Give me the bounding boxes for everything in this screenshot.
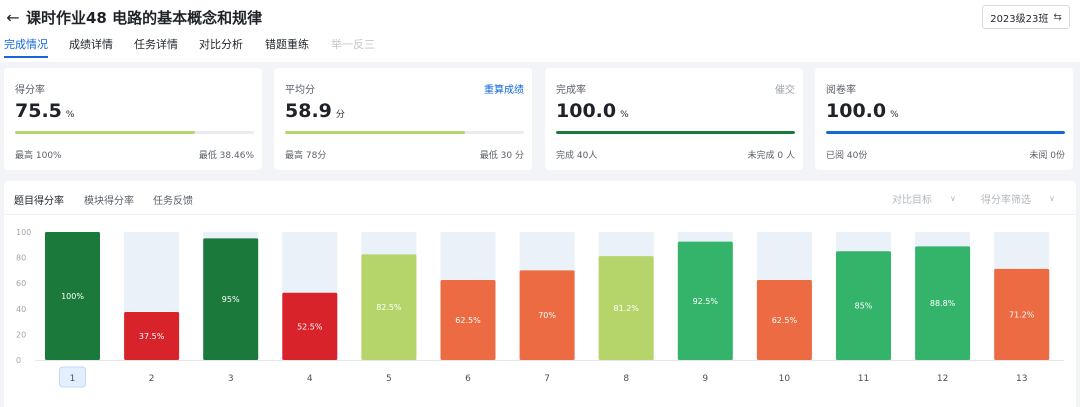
completion-rate-card: 完成率 催交 100.0% 完成 40人 未完成 0 人	[545, 68, 803, 170]
subtab-question-score-rate[interactable]: 题目得分率	[14, 192, 64, 207]
card-title: 得分率	[15, 85, 45, 96]
bar-data-label: 81.2%	[613, 304, 639, 313]
x-tick-label[interactable]: 9	[702, 374, 708, 384]
bar-data-label: 100%	[61, 292, 84, 301]
back-arrow-icon[interactable]: ←	[4, 8, 22, 27]
progress-fill	[826, 131, 1065, 134]
tab-task-details[interactable]: 任务详情	[134, 36, 178, 58]
compare-target-dropdown[interactable]: 对比目标 ∨	[892, 191, 956, 206]
x-tick-label[interactable]: 8	[623, 374, 629, 384]
y-tick-label: 60	[16, 279, 26, 288]
card-value: 100.0%	[826, 100, 899, 122]
bar-data-label: 82.5%	[376, 303, 402, 312]
bar-data-label: 71.2%	[1009, 310, 1035, 319]
bar-data-label: 95%	[222, 295, 240, 304]
x-tick-label[interactable]: 12	[937, 374, 948, 384]
subtab-module-score-rate[interactable]: 模块得分率	[84, 192, 134, 207]
x-tick-label[interactable]: 1	[70, 374, 76, 384]
y-tick-label: 40	[16, 305, 26, 314]
average-score-card: 平均分 重算成绩 58.9 分 最高 78分 最低 30 分	[274, 68, 532, 170]
bar-data-label: 62.5%	[772, 316, 798, 325]
card-uncompleted: 未完成 0 人	[747, 151, 795, 161]
header: ← 课时作业48 电路的基本概念和规律 2023级23班 ⇆ 完成情况 成绩详情…	[0, 0, 1080, 62]
card-value: 75.5%	[15, 100, 75, 122]
y-tick-label: 80	[16, 254, 26, 263]
card-reviewed: 已阅 40份	[826, 151, 868, 161]
y-tick-label: 20	[16, 330, 26, 339]
x-tick-label[interactable]: 3	[228, 374, 234, 384]
progress-track	[285, 131, 524, 134]
compare-target-label: 对比目标	[892, 195, 932, 206]
card-value: 58.9 分	[285, 100, 345, 122]
tab-comparison[interactable]: 对比分析	[199, 36, 243, 58]
card-min: 最低 30 分	[479, 151, 524, 161]
x-tick-label[interactable]: 5	[386, 374, 392, 384]
tab-extension: 举一反三	[331, 38, 375, 51]
bar-data-label: 92.5%	[693, 297, 719, 306]
card-title: 阅卷率	[826, 85, 856, 96]
subtab-task-feedback[interactable]: 任务反馈	[153, 192, 193, 207]
progress-fill	[556, 131, 795, 134]
card-title: 平均分	[285, 85, 315, 96]
card-max: 最高 100%	[15, 151, 62, 161]
urge-submit-link[interactable]: 催交	[775, 81, 795, 96]
card-title: 完成率	[556, 85, 586, 96]
page-title: 课时作业48 电路的基本概念和规律	[26, 9, 263, 27]
bar-data-label: 85%	[855, 302, 873, 311]
card-value: 100.0%	[556, 100, 629, 122]
chevron-down-icon: ∨	[950, 194, 956, 203]
class-selector-label: 2023级23班	[990, 13, 1049, 25]
score-rate-filter-dropdown[interactable]: 得分率筛选 ∨	[981, 191, 1055, 206]
card-max: 最高 78分	[285, 151, 327, 161]
x-tick-label[interactable]: 6	[465, 374, 471, 384]
bar-data-label: 70%	[538, 311, 556, 320]
card-min: 最低 38.46%	[198, 151, 254, 161]
score-rate-filter-label: 得分率筛选	[981, 195, 1031, 206]
chevron-down-icon: ∨	[1049, 194, 1055, 203]
x-tick-label[interactable]: 2	[149, 374, 155, 384]
progress-fill	[15, 131, 196, 134]
progress-track	[826, 131, 1065, 134]
progress-track	[556, 131, 795, 134]
tab-wrong-practice[interactable]: 错题重练	[265, 36, 309, 58]
tab-score-details[interactable]: 成绩详情	[69, 36, 113, 58]
progress-track	[15, 131, 254, 134]
bar-data-label: 37.5%	[139, 332, 165, 341]
review-rate-card: 阅卷率 100.0% 已阅 40份 未阅 0份	[815, 68, 1073, 170]
chart-panel: 题目得分率 模块得分率 任务反馈 对比目标 ∨ 得分率筛选 ∨ 0 20 40 60 8…	[4, 181, 1076, 407]
progress-fill	[285, 131, 466, 134]
tab-completion[interactable]: 完成情况	[4, 36, 48, 58]
x-tick-label[interactable]: 10	[779, 374, 791, 384]
x-tick-label[interactable]: 4	[307, 374, 313, 384]
bar-data-label: 52.5%	[297, 322, 323, 331]
swap-icon: ⇆	[1053, 11, 1062, 23]
card-completed: 完成 40人	[556, 151, 598, 161]
card-unreviewed: 未阅 0份	[1029, 151, 1065, 161]
class-selector[interactable]: 2023级23班 ⇆	[982, 5, 1070, 29]
x-tick-label[interactable]: 7	[544, 374, 550, 384]
x-tick-label[interactable]: 11	[858, 374, 869, 384]
question-score-chart: 0 20 40 60 80 100 100% 1 37.5% 2 95% 3 52.5% 4 82.5% 5 6…	[16, 228, 1064, 388]
score-rate-card: 得分率 75.5% 最高 100% 最低 38.46%	[4, 68, 262, 170]
bar-data-label: 88.8%	[930, 299, 956, 308]
bar-data-label: 62.5%	[455, 316, 481, 325]
y-tick-label: 0	[16, 356, 21, 365]
x-tick-label[interactable]: 13	[1016, 374, 1027, 384]
y-tick-label: 100	[16, 228, 31, 237]
recalculate-score-link[interactable]: 重算成绩	[484, 81, 524, 96]
